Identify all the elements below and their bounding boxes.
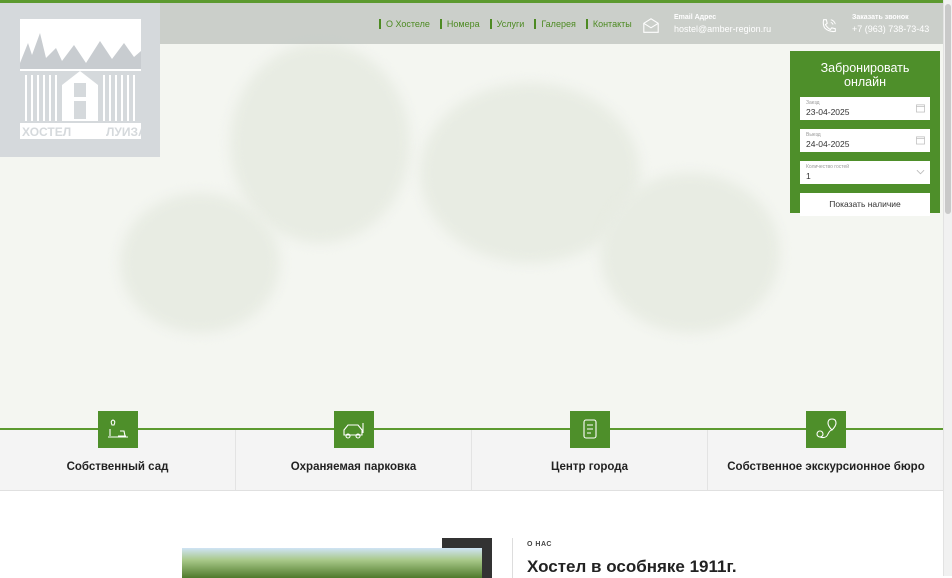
feature-icon-box — [334, 411, 374, 448]
checkout-value: 24-04-2025 — [806, 139, 850, 149]
site-logo[interactable]: ХОСТЕЛ ЛУИЗА — [0, 3, 160, 157]
phone-label: Заказать звонок — [852, 14, 909, 21]
checkout-field[interactable]: Выезд 24-04-2025 — [800, 129, 930, 152]
booking-title: Забронировать онлайн — [820, 61, 910, 89]
phone-link[interactable]: +7 (963) 738-73-43 — [852, 24, 929, 34]
nav-item-about[interactable]: О Хостеле — [379, 19, 430, 29]
feature-tour-bureau: Собственное экскурсионное бюро — [708, 411, 944, 490]
phone-icon — [822, 19, 836, 33]
feature-icon-box — [98, 411, 138, 448]
main-nav: О Хостеле Номера Услуги Галерея Контакты — [379, 19, 632, 29]
scrollbar-thumb[interactable] — [945, 4, 951, 214]
city-center-icon — [583, 419, 597, 439]
checkin-label: Заезд — [806, 100, 820, 106]
about-title: Хостел в особняке 1911г. — [527, 557, 737, 576]
feature-title: Охраняемая парковка — [290, 461, 417, 473]
feature-title: Собственное экскурсионное бюро — [727, 461, 925, 473]
feature-icon-box — [806, 411, 846, 448]
chevron-down-icon — [916, 169, 925, 175]
nav-item-rooms[interactable]: Номера — [439, 19, 480, 29]
calendar-icon[interactable] — [916, 135, 925, 145]
feature-title: Собственный сад — [66, 461, 169, 473]
calendar-icon[interactable] — [916, 103, 925, 113]
logo-text-luiza: ЛУИЗА — [106, 125, 147, 139]
mail-icon — [643, 18, 659, 33]
nav-item-services[interactable]: Услуги — [489, 19, 524, 29]
feature-parking: Охраняемая парковка — [236, 411, 472, 490]
about-photo — [182, 538, 492, 578]
guests-label: Количество гостей — [806, 164, 850, 170]
tour-map-icon — [816, 418, 837, 439]
nav-item-contacts[interactable]: Контакты — [585, 19, 632, 29]
show-availability-button[interactable]: Показать наличие — [800, 193, 930, 216]
about-kicker: О НАС — [527, 541, 552, 548]
feature-garden: Собственный сад — [0, 411, 236, 490]
guests-value: 1 — [806, 171, 811, 181]
checkin-value: 23-04-2025 — [806, 107, 850, 117]
booking-form: Забронировать онлайн Заезд 23-04-2025 Вы… — [790, 51, 940, 216]
logo-text-hostel: ХОСТЕЛ — [22, 125, 71, 139]
email-link[interactable]: hostel@amber-region.ru — [674, 24, 771, 34]
features-bar: Собственный сад Охраняемая парковка Цент… — [0, 411, 944, 491]
mansion-photo — [182, 548, 482, 578]
feature-icon-box — [570, 411, 610, 448]
nav-item-gallery[interactable]: Галерея — [534, 19, 576, 29]
scrollbar[interactable] — [943, 0, 952, 576]
guests-select[interactable]: Количество гостей 1 — [800, 161, 930, 184]
hostel-logo-graphic: ХОСТЕЛ ЛУИЗА — [20, 19, 147, 139]
feature-city-center: Центр города — [472, 411, 708, 490]
email-label: Email Адрес — [674, 14, 717, 21]
car-parking-icon — [343, 423, 364, 439]
checkout-label: Выезд — [806, 132, 821, 138]
checkin-field[interactable]: Заезд 23-04-2025 — [800, 97, 930, 120]
phone-contact: Заказать звонок +7 (963) 738-73-43 — [820, 14, 929, 35]
about-divider — [512, 538, 513, 578]
feature-title: Центр города — [551, 461, 628, 473]
garden-icon — [108, 419, 128, 438]
email-contact: Email Адрес hostel@amber-region.ru — [642, 14, 771, 35]
